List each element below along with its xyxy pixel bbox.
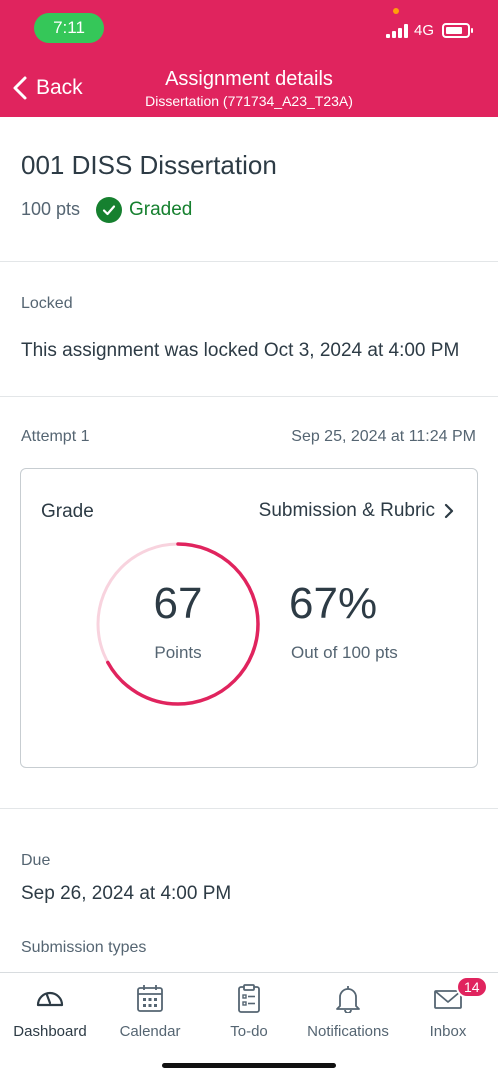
calendar-icon: [137, 985, 163, 1012]
due-date: Sep 26, 2024 at 4:00 PM: [21, 883, 232, 904]
network-label: 4G: [414, 22, 435, 39]
status-time: 7:11: [34, 13, 104, 43]
home-indicator[interactable]: [162, 1063, 336, 1068]
divider: [0, 396, 498, 397]
divider: [0, 261, 498, 262]
battery-icon: [442, 23, 473, 38]
tab-todo[interactable]: To-do: [199, 979, 299, 1040]
todo-icon: [238, 984, 260, 1013]
inbox-badge: 14: [456, 976, 488, 998]
page-title: Assignment details: [165, 68, 333, 90]
tab-notifications[interactable]: Notifications: [298, 979, 398, 1040]
attempt-label: Attempt 1: [21, 428, 90, 445]
grade-percent: 67%: [289, 579, 378, 628]
assignment-points: 100 pts: [21, 199, 81, 219]
tab-calendar[interactable]: Calendar: [100, 979, 200, 1040]
dashboard-icon: [36, 991, 64, 1007]
grade-heading: Grade: [41, 501, 94, 522]
grade-card: Grade Submission & Rubric 67 Points 67% …: [20, 468, 478, 768]
tab-label: Calendar: [119, 1023, 181, 1040]
submission-types-label: Submission types: [21, 939, 147, 956]
attempt-date: Sep 25, 2024 at 11:24 PM: [291, 428, 476, 445]
tab-label: To-do: [230, 1023, 268, 1040]
status-label: Graded: [129, 199, 193, 220]
signal-icon: [386, 24, 408, 38]
tab-label: Dashboard: [13, 1023, 87, 1040]
bell-icon: [336, 986, 360, 1013]
check-icon: [96, 197, 122, 223]
divider: [0, 808, 498, 809]
assignment-title: 001 DISS Dissertation: [21, 150, 277, 180]
submission-rubric-link[interactable]: Submission & Rubric: [259, 500, 455, 522]
tab-dashboard[interactable]: Dashboard: [0, 979, 100, 1040]
chevron-right-icon: [444, 503, 454, 519]
locked-label: Locked: [21, 295, 73, 312]
grade-score: 67: [153, 579, 203, 628]
locked-text: This assignment was locked Oct 3, 2024 a…: [21, 340, 460, 361]
due-label: Due: [21, 852, 51, 869]
tab-label: Inbox: [429, 1023, 467, 1040]
tab-label: Notifications: [307, 1023, 389, 1040]
grade-out-of: Out of 100 pts: [291, 643, 398, 662]
privacy-indicator-icon: [393, 8, 399, 14]
tab-inbox[interactable]: 14 Inbox: [398, 976, 498, 1040]
course-subtitle: Dissertation (771734_A23_T23A): [145, 93, 353, 109]
submission-rubric-label: Submission & Rubric: [258, 500, 435, 521]
status-badge: Graded: [96, 197, 192, 223]
grade-score-label: Points: [154, 643, 202, 662]
top-bar: 7:11 4G Back Assignment details Disserta…: [0, 0, 498, 117]
